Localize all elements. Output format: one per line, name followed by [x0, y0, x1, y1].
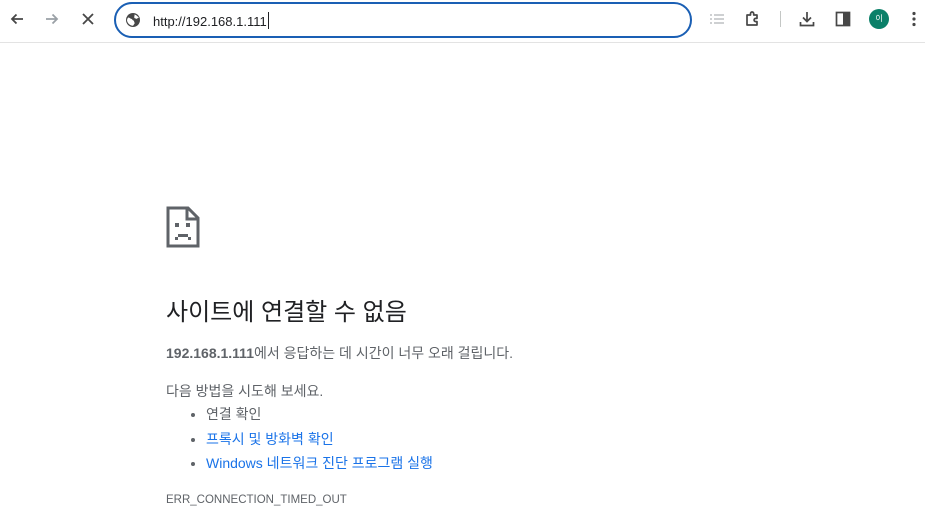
side-panel-button[interactable] [830, 6, 856, 32]
error-host: 192.168.1.111 [166, 345, 254, 361]
run-network-diagnostics-link[interactable]: Windows 네트워크 진단 프로그램 실행 [206, 455, 433, 471]
side-panel-icon [835, 11, 851, 27]
address-bar[interactable]: http://192.168.1.111 [114, 2, 692, 38]
extensions-button[interactable] [740, 6, 766, 32]
more-vert-icon [912, 11, 916, 27]
reading-list-button[interactable] [704, 6, 730, 32]
suggestions-list: 연결 확인 프록시 및 방화벽 확인 Windows 네트워크 진단 프로그램 … [166, 402, 433, 476]
arrow-left-icon [10, 13, 23, 25]
check-proxy-firewall-link[interactable]: 프록시 및 방화벽 확인 [206, 431, 334, 447]
toolbar-divider [780, 11, 781, 27]
back-button[interactable] [4, 6, 30, 32]
puzzle-icon [746, 11, 758, 26]
error-description-text: 에서 응답하는 데 시간이 너무 오래 걸립니다. [254, 345, 514, 361]
forward-button[interactable] [39, 6, 65, 32]
arrow-right-icon [46, 13, 59, 25]
suggestions-heading: 다음 방법을 시도해 보세요. [166, 383, 324, 399]
suggestion-check-connection: 연결 확인 [206, 402, 433, 427]
downloads-button[interactable] [794, 6, 820, 32]
text-caret [267, 12, 269, 29]
url-text[interactable]: http://192.168.1.111 [153, 12, 269, 30]
list-icon [710, 14, 724, 24]
profile-avatar[interactable]: 이 [869, 9, 889, 29]
suggestion-run-diagnostics: Windows 네트워크 진단 프로그램 실행 [206, 451, 433, 476]
globe-icon[interactable] [125, 12, 141, 28]
error-code: ERR_CONNECTION_TIMED_OUT [166, 494, 347, 506]
menu-button[interactable] [901, 6, 925, 32]
stop-button[interactable] [75, 6, 101, 32]
error-description: 192.168.1.111에서 응답하는 데 시간이 너무 오래 걸립니다. [166, 343, 513, 363]
suggestion-check-proxy-firewall: 프록시 및 방화벽 확인 [206, 427, 433, 452]
sad-document-icon [166, 206, 200, 248]
close-icon [82, 13, 94, 25]
error-title: 사이트에 연결할 수 없음 [166, 299, 407, 326]
browser-toolbar: http://192.168.1.111 이 [0, 0, 925, 43]
download-icon [799, 12, 815, 27]
